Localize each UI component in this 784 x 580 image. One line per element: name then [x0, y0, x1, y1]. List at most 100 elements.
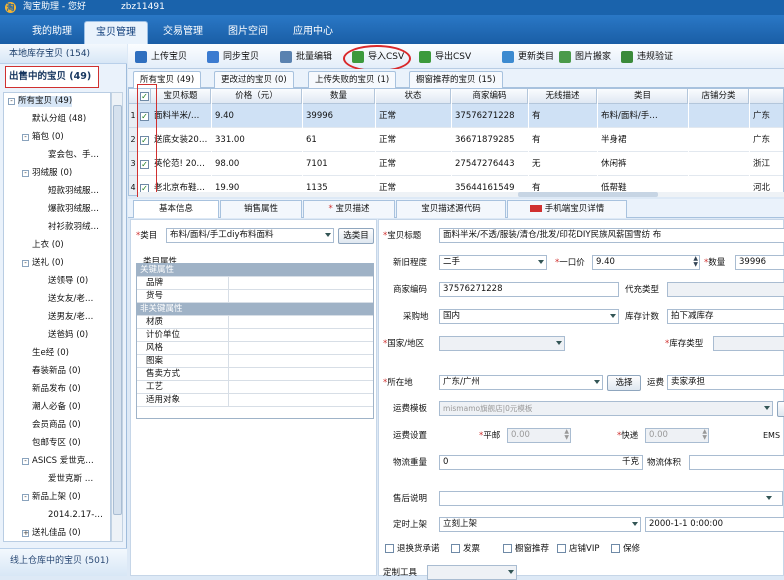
table-cell[interactable]: 广东 [750, 104, 783, 128]
selling-items-header[interactable]: 出售中的宝贝 (49) [5, 66, 99, 88]
tab-sales-props[interactable]: 销售属性 [220, 200, 302, 218]
tree-node[interactable]: 宴会包、手… [48, 150, 99, 161]
grid-header[interactable]: 店铺分类 [689, 89, 749, 104]
table-cell[interactable]: 有 [529, 104, 597, 128]
expander-icon[interactable]: - [22, 170, 29, 177]
tab-my-assistant[interactable]: 我的助理 [22, 21, 82, 44]
grid-header[interactable]: 宝贝标题 [151, 89, 211, 104]
table-cell[interactable] [689, 104, 749, 128]
origin-select[interactable]: 国内 [439, 309, 619, 324]
table-cell[interactable]: 休闲裤 [598, 152, 688, 176]
table-cell[interactable]: 98.00 [212, 152, 302, 176]
toolbar-button[interactable]: 图片搬家 [559, 49, 611, 65]
freight-template-button[interactable] [777, 401, 784, 417]
option-checkbox[interactable] [503, 544, 512, 553]
tree-scrollbar[interactable] [111, 92, 123, 542]
freight-select[interactable]: 卖家承担 [667, 375, 784, 390]
attr-row[interactable]: 货号 [137, 290, 373, 303]
option-checkbox[interactable] [451, 544, 460, 553]
grid-header[interactable]: 商家编码 [452, 89, 528, 104]
tree-node[interactable]: 箱包 (0) [32, 132, 64, 143]
tab-item-management[interactable]: 宝贝管理 [84, 21, 148, 44]
warehouse-items-header[interactable]: 线上仓库中的宝贝 (501) [0, 548, 127, 576]
merchant-code-input[interactable]: 37576271228 [439, 282, 619, 297]
price-stepper-icon[interactable]: ▲ ▼ [693, 256, 698, 268]
tree-node[interactable]: 短款羽绒服… [48, 186, 99, 197]
tab-description[interactable]: * 宝贝描述 [303, 200, 395, 218]
table-cell[interactable]: 有 [529, 128, 597, 152]
grid-header[interactable]: 状态 [376, 89, 451, 104]
grid-header[interactable]: 数量 [303, 89, 375, 104]
table-cell[interactable]: 36671879285 [452, 128, 528, 152]
tree-node[interactable]: 新品发布 (0) [32, 384, 81, 395]
tab-changed-items[interactable]: 更改过的宝贝 (0) [214, 71, 294, 88]
attr-row[interactable]: 售卖方式 [137, 368, 373, 381]
table-cell[interactable]: 布料/面料/手… [598, 104, 688, 128]
grid-hscrollbar[interactable] [138, 192, 784, 197]
tab-window-recommend[interactable]: 橱窗推荐的宝贝 (15) [409, 71, 503, 88]
tree-node[interactable]: 送女友/老… [48, 294, 93, 305]
tab-image-space[interactable]: 图片空间 [218, 21, 278, 44]
toolbar-button[interactable]: 违规验证 [621, 49, 673, 65]
tab-basic-info[interactable]: 基本信息 [133, 200, 219, 218]
toolbar-button[interactable]: 导出CSV [419, 49, 471, 65]
table-cell[interactable]: 27547276443 [452, 152, 528, 176]
tab-mobile-detail[interactable]: 手机端宝贝详情 [507, 200, 627, 218]
condition-select[interactable]: 二手 [439, 255, 547, 270]
tree-node[interactable]: 衬衫款羽绒… [48, 222, 99, 233]
toolbar-button[interactable]: 导入CSV [352, 49, 404, 65]
timed-listing-select[interactable]: 立刻上架 [439, 517, 641, 532]
tab-description-source[interactable]: 宝贝描述源代码 [396, 200, 506, 218]
attr-row[interactable]: 品牌 [137, 277, 373, 290]
tree-node[interactable]: 春装新品 (0) [32, 366, 81, 377]
table-cell[interactable]: 7101 [303, 152, 375, 176]
table-cell[interactable]: 39996 [303, 104, 375, 128]
option-checkbox[interactable] [385, 544, 394, 553]
tree-node[interactable]: 默认分组 (48) [32, 114, 86, 125]
tree-node[interactable]: ASICS 爱世克… [32, 456, 94, 467]
volume-input[interactable] [689, 455, 784, 470]
toolbar-button[interactable]: 上传宝贝 [135, 49, 187, 65]
tree-node[interactable]: 送礼 (0) [32, 258, 64, 269]
table-cell[interactable]: 面料半米/… [151, 104, 211, 128]
location-select[interactable]: 广东/广州 [439, 375, 603, 390]
table-cell[interactable] [689, 128, 749, 152]
tree-node[interactable]: 爱世克斯 … [48, 474, 93, 485]
tree-node[interactable]: 会员商品 (0) [32, 420, 81, 431]
table-cell[interactable]: 英伦范! 20… [151, 152, 211, 176]
table-cell[interactable]: 正常 [376, 104, 451, 128]
option-label[interactable]: 发票 [463, 542, 480, 556]
tree-node[interactable]: 包邮专区 (0) [32, 438, 81, 449]
tab-all-items[interactable]: 所有宝贝 (49) [133, 71, 202, 88]
attr-row[interactable]: 工艺 [137, 381, 373, 394]
price-input[interactable]: 9.40 ▲ ▼ [592, 255, 700, 270]
table-cell[interactable]: 331.00 [212, 128, 302, 152]
table-cell[interactable]: 61 [303, 128, 375, 152]
expander-icon[interactable]: - [22, 458, 29, 465]
tree-node[interactable]: 上衣 (0) [32, 240, 64, 251]
attr-row[interactable]: 材质 [137, 316, 373, 329]
table-cell[interactable]: 正常 [376, 152, 451, 176]
row-checkbox[interactable]: ✓ [140, 160, 149, 169]
tab-trade-management[interactable]: 交易管理 [153, 21, 213, 44]
tree-node[interactable]: 送男友/老… [48, 312, 93, 323]
tree-node[interactable]: 所有宝贝 (49) [18, 96, 73, 107]
tab-upload-failed[interactable]: 上传失败的宝贝 (1) [308, 71, 397, 88]
tree-node[interactable]: 新品上架 (0) [32, 492, 81, 503]
local-items-header[interactable]: 本地库存宝贝 (154) [0, 44, 127, 64]
table-cell[interactable]: 送底女装20… [151, 128, 211, 152]
stock-count-select[interactable]: 拍下减库存 [667, 309, 784, 324]
attr-row[interactable]: 图案 [137, 355, 373, 368]
toolbar-button[interactable]: 批量编辑 [280, 49, 332, 65]
quantity-input[interactable]: 39996 [735, 255, 784, 270]
tree-node[interactable]: 生e经 (0) [32, 348, 69, 359]
option-label[interactable]: 退换货承诺 [397, 542, 440, 556]
row-checkbox[interactable]: ✓ [140, 136, 149, 145]
tree-node[interactable]: 潮人必备 (0) [32, 402, 81, 413]
expander-icon[interactable]: - [8, 98, 15, 105]
grid-header[interactable]: 无线描述 [529, 89, 597, 104]
option-label[interactable]: 店铺VIP [569, 542, 599, 556]
expander-icon[interactable]: + [22, 530, 29, 537]
expander-icon[interactable]: - [22, 494, 29, 501]
toolbar-button[interactable]: 同步宝贝 [207, 49, 259, 65]
